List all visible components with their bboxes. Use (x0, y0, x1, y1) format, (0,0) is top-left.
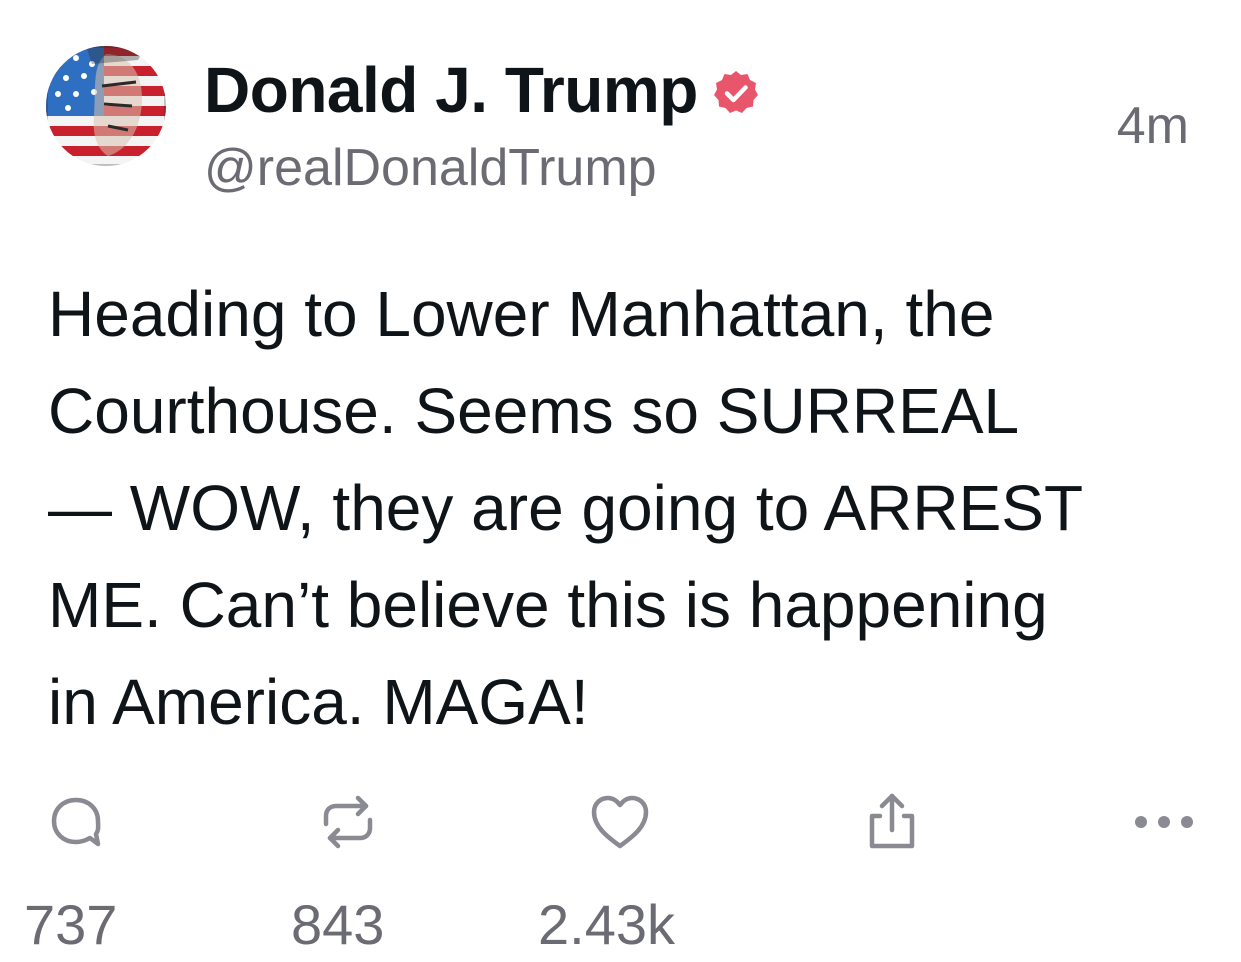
share-upload-icon (869, 793, 915, 849)
repost-count: 843 (291, 893, 385, 956)
post-timestamp[interactable]: 4m (1117, 96, 1189, 156)
more-dots-icon (1135, 816, 1193, 828)
verified-badge-icon (712, 69, 760, 117)
author-name: Donald J. Trump (204, 54, 698, 126)
author-handle[interactable]: @realDonaldTrump (204, 138, 657, 198)
reply-button[interactable] (44, 790, 108, 854)
like-count: 2.43k (538, 893, 675, 956)
more-options-button[interactable] (1128, 790, 1200, 854)
repost-button[interactable] (316, 790, 380, 854)
post-text: Heading to Lower Manhattan, the Courthou… (48, 278, 1084, 738)
avatar[interactable] (46, 46, 166, 166)
like-button[interactable] (588, 790, 652, 854)
share-button[interactable] (860, 790, 924, 854)
repost-arrows-icon (323, 795, 373, 849)
post-card: Donald J. Trump @realDonaldTrump 4m Head… (0, 0, 1241, 962)
reply-count: 737 (24, 893, 118, 956)
reply-bubble-icon (51, 797, 101, 847)
heart-icon (591, 795, 649, 849)
author-name-row[interactable]: Donald J. Trump (204, 52, 760, 128)
avatar-flag-portrait-icon (46, 46, 166, 166)
